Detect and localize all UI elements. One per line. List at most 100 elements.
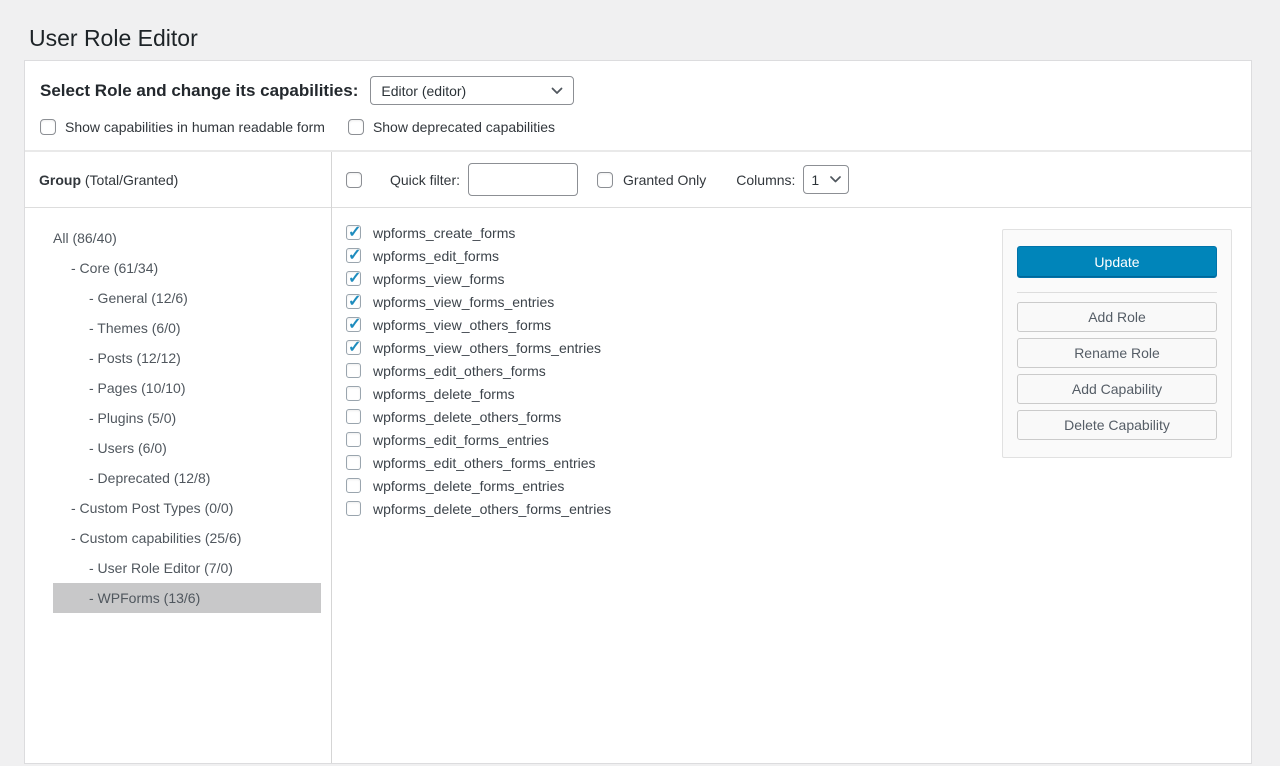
capability-label: wpforms_view_forms bbox=[373, 271, 504, 287]
capability-label: wpforms_view_forms_entries bbox=[373, 294, 554, 310]
capability-label: wpforms_delete_others_forms bbox=[373, 409, 561, 425]
columns-select[interactable]: 1 bbox=[803, 165, 849, 194]
secondary-action-button[interactable]: Add Capability bbox=[1017, 374, 1217, 404]
secondary-action-button[interactable]: Delete Capability bbox=[1017, 410, 1217, 440]
capability-label: wpforms_create_forms bbox=[373, 225, 515, 241]
human-readable-checkbox[interactable] bbox=[40, 119, 56, 135]
capability-row: wpforms_delete_others_forms bbox=[346, 405, 966, 428]
group-tree-item[interactable]: - Users (6/0) bbox=[53, 433, 321, 463]
show-deprecated-checkbox[interactable] bbox=[348, 119, 364, 135]
capability-row: wpforms_edit_others_forms bbox=[346, 359, 966, 382]
role-select[interactable]: Editor (editor) bbox=[370, 76, 574, 105]
chevron-down-icon bbox=[551, 87, 563, 95]
capability-checkbox[interactable] bbox=[346, 340, 361, 355]
capability-checkbox[interactable] bbox=[346, 317, 361, 332]
capability-row: wpforms_view_others_forms_entries bbox=[346, 336, 966, 359]
group-tree-item-label: - Custom Post Types (0/0) bbox=[71, 500, 233, 516]
capability-row: wpforms_edit_forms bbox=[346, 244, 966, 267]
capability-checkbox[interactable] bbox=[346, 455, 361, 470]
group-header-bold: Group bbox=[39, 172, 81, 188]
capabilities-content: wpforms_create_forms wpforms_edit_forms … bbox=[332, 208, 1251, 763]
human-readable-label: Show capabilities in human readable form bbox=[65, 119, 325, 135]
page-title: User Role Editor bbox=[29, 25, 198, 52]
capability-label: wpforms_delete_forms_entries bbox=[373, 478, 564, 494]
group-tree-item[interactable]: - Deprecated (12/8) bbox=[53, 463, 321, 493]
filter-bar: Quick filter: Granted Only Columns: 1 bbox=[332, 152, 1251, 208]
role-select-value: Editor (editor) bbox=[381, 83, 466, 99]
capability-row: wpforms_delete_others_forms_entries bbox=[346, 497, 966, 520]
group-tree-item[interactable]: - Custom capabilities (25/6) bbox=[53, 523, 321, 553]
group-tree-item-label: - Custom capabilities (25/6) bbox=[71, 530, 241, 546]
groups-column: Group (Total/Granted) All (86/40) - Core… bbox=[25, 152, 332, 763]
group-tree-item-label: - User Role Editor (7/0) bbox=[89, 560, 233, 576]
role-selector-label: Select Role and change its capabilities: bbox=[40, 81, 358, 101]
capability-checkbox[interactable] bbox=[346, 248, 361, 263]
group-tree-item[interactable]: - Custom Post Types (0/0) bbox=[53, 493, 321, 523]
quick-filter-label: Quick filter: bbox=[390, 172, 460, 188]
capabilities-column: Quick filter: Granted Only Columns: 1 w bbox=[332, 152, 1251, 763]
group-header-rest: (Total/Granted) bbox=[81, 172, 178, 188]
quick-filter-input[interactable] bbox=[468, 163, 578, 196]
capability-label: wpforms_delete_forms bbox=[373, 386, 515, 402]
capability-checkbox[interactable] bbox=[346, 478, 361, 493]
group-tree-item-label: - Plugins (5/0) bbox=[89, 410, 176, 426]
capability-row: wpforms_view_others_forms bbox=[346, 313, 966, 336]
group-tree-item[interactable]: All (86/40) bbox=[53, 223, 321, 253]
display-toggles-row: Show capabilities in human readable form… bbox=[25, 115, 1251, 150]
capability-checkbox[interactable] bbox=[346, 225, 361, 240]
capability-row: wpforms_delete_forms bbox=[346, 382, 966, 405]
select-all-checkbox[interactable] bbox=[346, 172, 362, 188]
columns-label: Columns: bbox=[736, 172, 795, 188]
capability-label: wpforms_edit_forms_entries bbox=[373, 432, 549, 448]
group-tree-item[interactable]: - WPForms (13/6) bbox=[53, 583, 321, 613]
group-tree-item[interactable]: - Themes (6/0) bbox=[53, 313, 321, 343]
group-tree-item[interactable]: - Posts (12/12) bbox=[53, 343, 321, 373]
group-tree-item[interactable]: - User Role Editor (7/0) bbox=[53, 553, 321, 583]
secondary-action-button[interactable]: Rename Role bbox=[1017, 338, 1217, 368]
capability-row: wpforms_delete_forms_entries bbox=[346, 474, 966, 497]
capability-label: wpforms_edit_forms bbox=[373, 248, 499, 264]
show-deprecated-label: Show deprecated capabilities bbox=[373, 119, 555, 135]
capability-label: wpforms_view_others_forms bbox=[373, 317, 551, 333]
capabilities-list: wpforms_create_forms wpforms_edit_forms … bbox=[346, 221, 966, 520]
capability-checkbox[interactable] bbox=[346, 294, 361, 309]
group-tree-item-label: - Themes (6/0) bbox=[89, 320, 181, 336]
capability-checkbox[interactable] bbox=[346, 363, 361, 378]
group-tree-item-label: - General (12/6) bbox=[89, 290, 188, 306]
role-selector-row: Select Role and change its capabilities:… bbox=[25, 61, 1251, 115]
capability-checkbox[interactable] bbox=[346, 501, 361, 516]
group-tree-item[interactable]: - Plugins (5/0) bbox=[53, 403, 321, 433]
group-tree-item-label: All (86/40) bbox=[53, 230, 117, 246]
group-tree-item[interactable]: - Pages (10/10) bbox=[53, 373, 321, 403]
granted-only-label: Granted Only bbox=[623, 172, 706, 188]
capability-checkbox[interactable] bbox=[346, 271, 361, 286]
capability-checkbox[interactable] bbox=[346, 432, 361, 447]
group-header: Group (Total/Granted) bbox=[25, 152, 331, 208]
update-button[interactable]: Update bbox=[1017, 246, 1217, 278]
group-tree-item-label: - Core (61/34) bbox=[71, 260, 158, 276]
capability-label: wpforms_view_others_forms_entries bbox=[373, 340, 601, 356]
capability-checkbox[interactable] bbox=[346, 386, 361, 401]
actions-divider bbox=[1017, 292, 1217, 293]
group-tree-item[interactable]: - Core (61/34) bbox=[53, 253, 321, 283]
actions-panel: Update Add Role Rename Role Add Capability… bbox=[1002, 229, 1232, 458]
group-tree-item-label: - WPForms (13/6) bbox=[89, 590, 200, 606]
capability-row: wpforms_create_forms bbox=[346, 221, 966, 244]
granted-only-checkbox[interactable] bbox=[597, 172, 613, 188]
user-role-editor-panel: Select Role and change its capabilities:… bbox=[24, 60, 1252, 764]
group-tree-item-label: - Users (6/0) bbox=[89, 440, 167, 456]
capability-row: wpforms_view_forms_entries bbox=[346, 290, 966, 313]
groups-tree: All (86/40) - Core (61/34) - General (12… bbox=[25, 208, 331, 613]
secondary-action-button[interactable]: Add Role bbox=[1017, 302, 1217, 332]
capability-label: wpforms_delete_others_forms_entries bbox=[373, 501, 611, 517]
capability-label: wpforms_edit_others_forms bbox=[373, 363, 546, 379]
group-tree-item[interactable]: - General (12/6) bbox=[53, 283, 321, 313]
group-tree-item-label: - Deprecated (12/8) bbox=[89, 470, 210, 486]
capability-row: wpforms_view_forms bbox=[346, 267, 966, 290]
capability-label: wpforms_edit_others_forms_entries bbox=[373, 455, 596, 471]
capability-checkbox[interactable] bbox=[346, 409, 361, 424]
chevron-down-icon bbox=[830, 176, 841, 183]
capability-row: wpforms_edit_others_forms_entries bbox=[346, 451, 966, 474]
main-body: Group (Total/Granted) All (86/40) - Core… bbox=[25, 152, 1251, 763]
group-tree-item-label: - Pages (10/10) bbox=[89, 380, 186, 396]
